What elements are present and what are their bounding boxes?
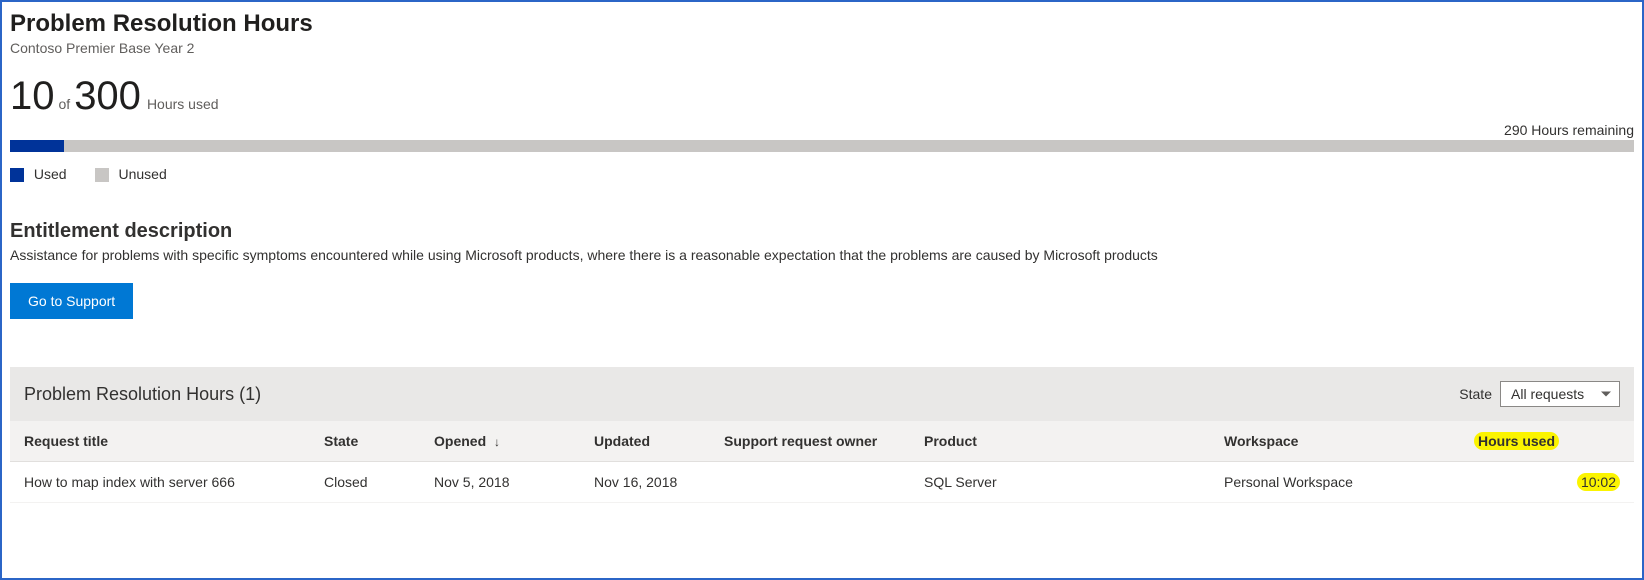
sort-descending-icon: ↓ — [494, 435, 500, 449]
col-request-title[interactable]: Request title — [10, 421, 310, 462]
legend-unused-swatch — [95, 168, 109, 182]
table-row[interactable]: How to map index with server 666 Closed … — [10, 462, 1634, 503]
cell-updated: Nov 16, 2018 — [580, 462, 710, 503]
cell-hours-used: 10:02 — [1460, 462, 1634, 503]
of-label: of — [57, 96, 73, 112]
legend-unused: Unused — [95, 166, 167, 182]
col-updated[interactable]: Updated — [580, 421, 710, 462]
col-owner[interactable]: Support request owner — [710, 421, 910, 462]
col-product[interactable]: Product — [910, 421, 1210, 462]
requests-table: Request title State Opened ↓ Updated Sup… — [10, 421, 1634, 503]
cell-opened: Nov 5, 2018 — [420, 462, 580, 503]
page-title: Problem Resolution Hours — [10, 10, 1634, 38]
page-subtitle: Contoso Premier Base Year 2 — [10, 40, 1634, 56]
col-hours-used[interactable]: Hours used — [1460, 421, 1634, 462]
progress-legend: Used Unused — [10, 166, 1634, 182]
hours-unit-label: Hours used — [147, 96, 219, 112]
legend-used-label: Used — [34, 166, 67, 182]
state-filter-label: State — [1459, 386, 1492, 402]
hours-used-value: 10 — [10, 76, 55, 116]
hours-progress-fill — [10, 140, 64, 152]
col-state[interactable]: State — [310, 421, 420, 462]
cell-state: Closed — [310, 462, 420, 503]
cell-product: SQL Server — [910, 462, 1210, 503]
cell-owner — [710, 462, 910, 503]
state-filter-value: All requests — [1511, 386, 1584, 402]
legend-used: Used — [10, 166, 67, 182]
state-filter-select[interactable]: All requests — [1500, 381, 1620, 407]
go-to-support-button[interactable]: Go to Support — [10, 283, 133, 319]
col-hours-used-label: Hours used — [1474, 432, 1559, 450]
table-header-row: Request title State Opened ↓ Updated Sup… — [10, 421, 1634, 462]
entitlement-description: Assistance for problems with specific sy… — [10, 247, 1634, 263]
chevron-down-icon — [1601, 392, 1611, 397]
entitlement-heading: Entitlement description — [10, 220, 1634, 243]
grid-title: Problem Resolution Hours (1) — [24, 384, 261, 405]
hours-remaining-label: 290 Hours remaining — [10, 122, 1634, 138]
grid-header: Problem Resolution Hours (1) State All r… — [10, 367, 1634, 421]
col-opened[interactable]: Opened ↓ — [420, 421, 580, 462]
hours-used-summary: 10 of 300 Hours used — [10, 76, 1634, 116]
hours-progress-bar — [10, 140, 1634, 152]
col-opened-label: Opened — [434, 433, 486, 449]
hours-total-value: 300 — [74, 76, 141, 116]
cell-workspace: Personal Workspace — [1210, 462, 1460, 503]
legend-used-swatch — [10, 168, 24, 182]
cell-hours-used-value: 10:02 — [1577, 473, 1620, 491]
col-workspace[interactable]: Workspace — [1210, 421, 1460, 462]
cell-request-title: How to map index with server 666 — [10, 462, 310, 503]
legend-unused-label: Unused — [118, 166, 166, 182]
